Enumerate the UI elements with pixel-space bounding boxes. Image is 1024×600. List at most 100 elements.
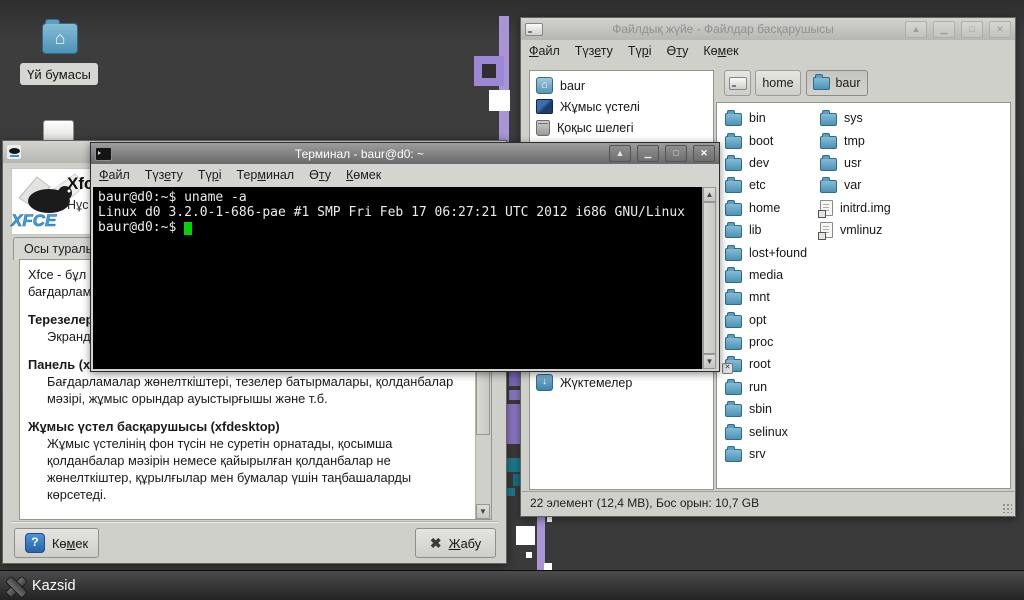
file-item[interactable]: etc: [725, 174, 807, 196]
terminal-icon: [95, 146, 112, 161]
file-item[interactable]: lib: [725, 219, 807, 241]
wallpaper-square-white: [544, 563, 552, 570]
menu-help[interactable]: Көмек: [346, 168, 381, 182]
file-item[interactable]: var: [820, 174, 891, 196]
applications-menu-button[interactable]: Kazsid: [3, 574, 76, 598]
file-item[interactable]: sys: [820, 107, 891, 129]
close-dialog-button[interactable]: ✖ Жабу: [415, 528, 496, 558]
file-label: usr: [844, 155, 862, 170]
file-item[interactable]: tmp: [820, 129, 891, 151]
terminal-line: Linux d0 3.2.0-1-686-pae #1 SMP Fri Feb …: [98, 205, 685, 220]
file-label: vmlinuz: [840, 223, 883, 238]
file-item[interactable]: initrd.img: [818, 197, 891, 219]
fm-file-view: bin boot dev etc home lib lost+found med…: [716, 102, 1011, 489]
file-item[interactable]: usr: [820, 152, 891, 174]
sidebar-item-desktop[interactable]: Жұмыс үстелі: [530, 96, 713, 117]
menu-file[interactable]: Файл: [99, 168, 130, 182]
minimize-button[interactable]: ▁: [637, 145, 659, 162]
file-label: sbin: [749, 402, 772, 417]
menu-help[interactable]: Көмек: [703, 44, 738, 58]
menu-edit[interactable]: Түзету: [145, 168, 183, 182]
sidebar-item-home[interactable]: ⌂ baur: [530, 75, 713, 96]
help-button[interactable]: ? Көмек: [14, 528, 99, 558]
folder-icon: [725, 401, 742, 418]
file-item[interactable]: srv: [725, 443, 807, 465]
file-item[interactable]: sbin: [725, 398, 807, 420]
scroll-up-icon[interactable]: ▲: [703, 187, 716, 202]
menu-go[interactable]: Өту: [667, 44, 689, 58]
drive-icon: [525, 22, 543, 36]
folder-icon: [725, 244, 742, 261]
file-item[interactable]: selinux: [725, 420, 807, 442]
close-label: Жабу: [448, 535, 482, 551]
file-item[interactable]: ✕ root: [722, 353, 807, 375]
wallpaper-block: [509, 390, 520, 400]
file-label: root: [749, 357, 771, 372]
desktop: ⌂ Үй бумасы Файлдық жүйе - Файлдар басқа…: [0, 0, 1024, 600]
folder-icon: [813, 73, 831, 90]
folder-icon: [820, 132, 837, 149]
close-button[interactable]: ✕: [989, 20, 1011, 38]
terminal-screen[interactable]: baur@d0:~$ uname -a Linux d0 3.2.0-1-686…: [93, 187, 703, 369]
path-button-baur[interactable]: baur: [806, 70, 868, 96]
file-item[interactable]: lost+found: [725, 241, 807, 263]
trash-icon: [536, 119, 550, 136]
menu-file[interactable]: Файл: [529, 44, 560, 58]
sidebar-item-downloads[interactable]: ↓ Жүктемелер: [530, 372, 713, 393]
file-item[interactable]: media: [725, 264, 807, 286]
file-label: var: [844, 178, 862, 193]
folder-icon: [725, 199, 742, 216]
scroll-down-icon[interactable]: ▼: [476, 504, 490, 519]
path-button-root[interactable]: [724, 70, 751, 96]
file-item[interactable]: run: [725, 376, 807, 398]
sidebar-item-trash[interactable]: Қоқыс шелегі: [530, 117, 713, 138]
resize-grip[interactable]: [1002, 503, 1012, 513]
close-button[interactable]: ✕: [693, 145, 715, 162]
menu-terminal[interactable]: Терминал: [237, 168, 295, 182]
file-label: proc: [749, 335, 774, 350]
file-item[interactable]: bin: [725, 107, 807, 129]
shade-button[interactable]: ▲: [609, 145, 631, 162]
about-line: Жұмыс үстел басқарушысы (xfdesktop): [28, 419, 280, 434]
download-icon: ↓: [536, 374, 553, 391]
folder-icon: [725, 266, 742, 283]
terminal-scrollbar[interactable]: ▲ ▼: [702, 187, 717, 369]
maximize-button[interactable]: □: [961, 20, 983, 38]
folder-icon: [725, 289, 742, 306]
file-label: boot: [749, 133, 774, 148]
menu-label: Kazsid: [32, 578, 76, 594]
file-item[interactable]: opt: [725, 309, 807, 331]
scroll-thumb[interactable]: [703, 202, 716, 354]
file-item[interactable]: vmlinuz: [818, 219, 891, 241]
file-item[interactable]: proc: [725, 331, 807, 353]
help-icon: ?: [24, 533, 45, 553]
drive-icon: [728, 76, 747, 90]
wallpaper-stripe: [537, 514, 545, 570]
menu-view[interactable]: Түрі: [198, 168, 222, 182]
file-link-icon: [818, 199, 833, 218]
path-button-home[interactable]: home: [755, 70, 801, 96]
menu-edit[interactable]: Түзету: [575, 44, 613, 58]
file-item[interactable]: boot: [725, 129, 807, 151]
menu-go[interactable]: Өту: [309, 168, 331, 182]
minimize-button[interactable]: ▁: [933, 20, 955, 38]
status-text: 22 элемент (12,4 MB), Бос орын: 10,7 GB: [530, 496, 760, 510]
fm-window-title: Файлдық жүйе - Файлдар басқарушысы: [612, 22, 834, 36]
fm-titlebar[interactable]: Файлдық жүйе - Файлдар басқарушысы ▲ ▁ □…: [521, 18, 1015, 40]
wallpaper-square-white: [489, 90, 510, 111]
file-item[interactable]: home: [725, 197, 807, 219]
file-label: tmp: [844, 133, 865, 148]
maximize-button[interactable]: □: [665, 145, 687, 162]
file-label: lib: [749, 223, 762, 238]
file-item[interactable]: dev: [725, 152, 807, 174]
folder-icon: [725, 154, 742, 171]
folder-icon: [725, 177, 742, 194]
file-item[interactable]: mnt: [725, 286, 807, 308]
terminal-titlebar[interactable]: Терминал - baur@d0: ~ ▲ ▁ □ ✕: [91, 143, 719, 164]
about-line: жөнелткіштер, құрылғылар мен бумалар үші…: [47, 470, 412, 485]
scroll-down-icon[interactable]: ▼: [703, 354, 716, 369]
taskbar: Kazsid Терминал - baur@d... Файлдық жүйе…: [0, 570, 1024, 600]
menu-view[interactable]: Түрі: [628, 44, 652, 58]
shade-button[interactable]: ▲: [905, 20, 927, 38]
folder-icon: [725, 378, 742, 395]
